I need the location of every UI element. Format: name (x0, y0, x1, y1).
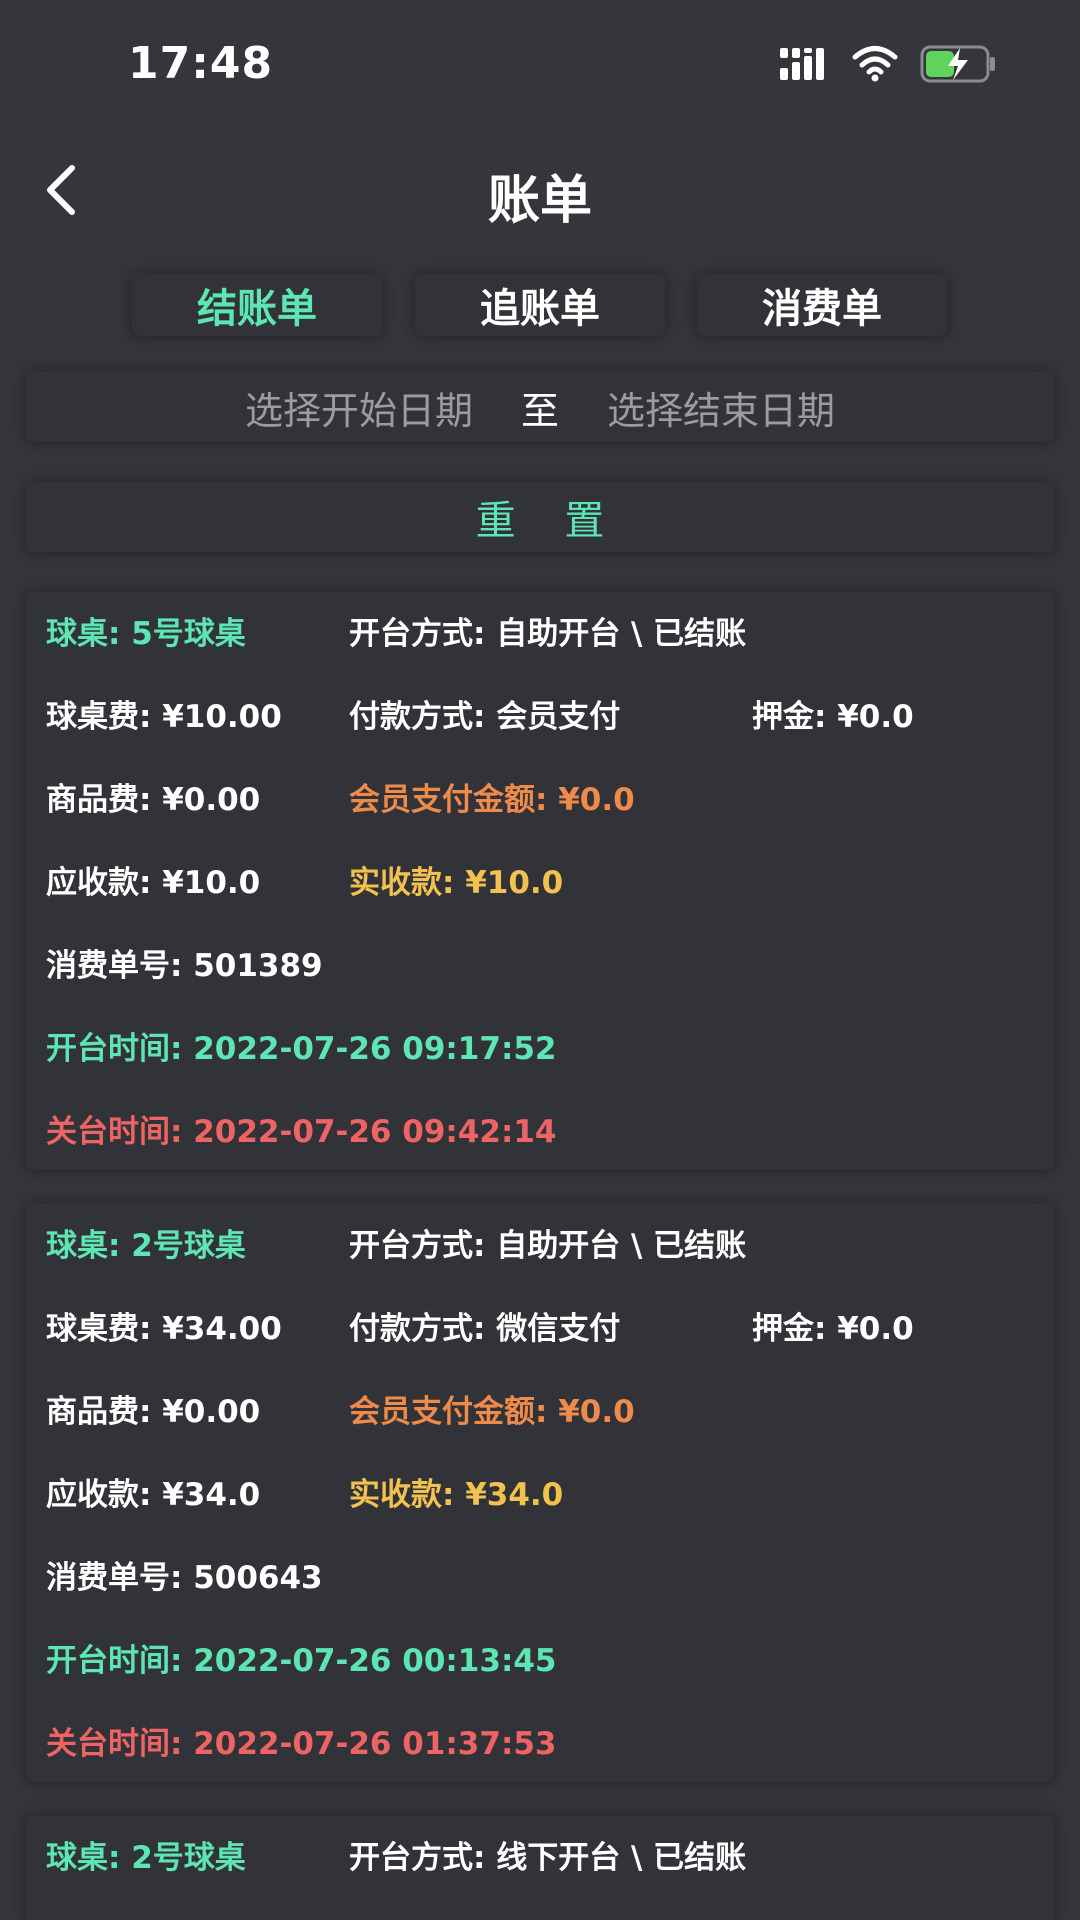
reset-button[interactable]: 重 置 (26, 482, 1054, 552)
bill-close-time: 关台时间: 2022-07-26 09:42:14 (46, 1114, 557, 1150)
bill-card[interactable]: 球桌: 2号球桌 开台方式: 自助开台 \ 已结账 球桌费: ¥34.00 付款… (26, 1204, 1054, 1782)
bill-open-mode: 开台方式: 自助开台 \ 已结账 (349, 616, 747, 652)
bill-received: 实收款: ¥34.0 (349, 1477, 564, 1513)
bill-received: 实收款: ¥10.0 (349, 865, 564, 901)
bill-close-time: 关台时间: 2022-07-26 01:37:53 (46, 1726, 557, 1762)
status-time: 17:48 (128, 38, 274, 89)
battery-charging-icon (920, 45, 995, 83)
bill-order-no: 消费单号: 501389 (46, 948, 323, 984)
screen: 17:48 账单 结账单 追账单 消费单 选择开始日期 至 选择结束日期 重 置… (0, 0, 1080, 1920)
bill-table-fee: 球桌费: ¥10.00 (46, 699, 282, 735)
bill-open-mode: 开台方式: 线下开台 \ 已结账 (349, 1840, 747, 1876)
bill-goods-fee: 商品费: ¥0.00 (46, 1394, 261, 1430)
tab-pursue-bills[interactable]: 追账单 (415, 274, 665, 336)
tab-checkout-bills[interactable]: 结账单 (132, 274, 382, 336)
status-bar: 17:48 (0, 0, 1080, 120)
bill-table: 球桌: 2号球桌 (46, 1840, 246, 1876)
date-range-separator: 至 (520, 388, 559, 433)
bill-member-paid: 会员支付金额: ¥0.0 (349, 782, 635, 818)
bill-pay-method: 付款方式: 微信支付 (349, 1311, 621, 1347)
bill-goods-fee: 商品费: ¥0.00 (46, 782, 261, 818)
wifi-icon (852, 46, 898, 82)
page-title: 账单 (487, 171, 592, 231)
bill-table: 球桌: 2号球桌 (46, 1228, 246, 1264)
bill-open-time: 开台时间: 2022-07-26 00:13:45 (46, 1643, 557, 1679)
bill-receivable: 应收款: ¥10.0 (46, 865, 261, 901)
bill-pay-method: 付款方式: 会员支付 (349, 699, 621, 735)
bill-open-mode: 开台方式: 自助开台 \ 已结账 (349, 1228, 747, 1264)
bill-card[interactable]: 球桌: 5号球桌 开台方式: 自助开台 \ 已结账 球桌费: ¥10.00 付款… (26, 592, 1054, 1170)
bill-deposit: 押金: ¥0.0 (752, 1311, 914, 1347)
bill-table-fee: 球桌费: ¥34.00 (46, 1311, 282, 1347)
bill-order-no: 消费单号: 500643 (46, 1560, 323, 1596)
start-date-field[interactable]: 选择开始日期 (245, 380, 473, 435)
cellular-signal-icon (780, 48, 824, 80)
bill-member-paid: 会员支付金额: ¥0.0 (349, 1394, 635, 1430)
date-range-picker: 选择开始日期 至 选择结束日期 (26, 372, 1054, 442)
end-date-field[interactable]: 选择结束日期 (607, 380, 835, 435)
bill-open-time: 开台时间: 2022-07-26 09:17:52 (46, 1031, 557, 1067)
bill-table: 球桌: 5号球桌 (46, 616, 246, 652)
bill-deposit: 押金: ¥0.0 (752, 699, 914, 735)
tab-consumption-bills[interactable]: 消费单 (697, 274, 947, 336)
bill-receivable: 应收款: ¥34.0 (46, 1477, 261, 1513)
bill-card[interactable]: 球桌: 2号球桌 开台方式: 线下开台 \ 已结账 (26, 1816, 1054, 1920)
